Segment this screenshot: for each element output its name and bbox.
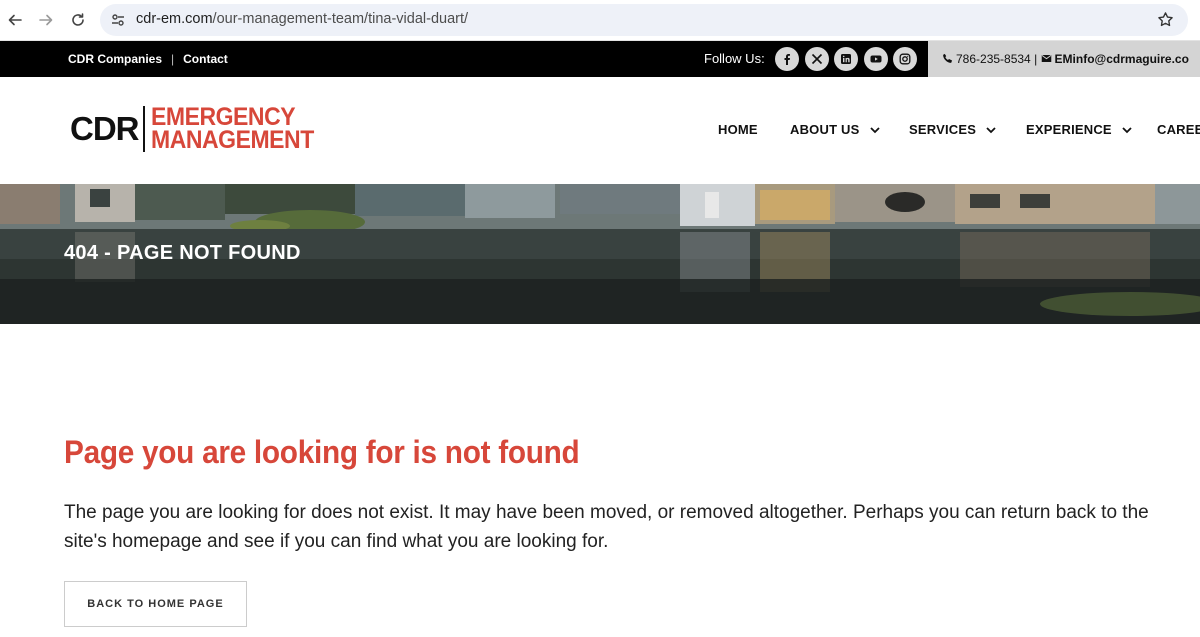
url-path: /our-management-team/tina-vidal-duart/	[212, 11, 469, 27]
follow-us-label: Follow Us:	[704, 51, 765, 66]
nav-label: CAREER	[1157, 122, 1200, 137]
error-heading: Page you are looking for is not found	[64, 434, 580, 470]
arrow-left-icon	[8, 14, 22, 26]
email-address[interactable]: EMinfo@cdrmaguire.co	[1055, 52, 1189, 66]
contact-info: 786-235-8534 | EMinfo@cdrmaguire.co	[942, 52, 1189, 66]
facebook-link[interactable]	[775, 47, 799, 71]
arrow-right-icon	[39, 14, 53, 26]
nav-label: SERVICES	[909, 122, 977, 137]
phone-number[interactable]: 786-235-8534	[956, 52, 1031, 66]
nav-item-about-us[interactable]: ABOUT US	[790, 122, 881, 137]
facebook-icon	[784, 54, 790, 65]
cdr-companies-link[interactable]: CDR Companies	[68, 52, 162, 66]
site-logo[interactable]: CDR EMERGENCY MANAGEMENT	[70, 105, 327, 153]
url-domain: cdr-em.com	[136, 11, 213, 27]
url-text[interactable]: cdr-em.com/our-management-team/tina-vida…	[136, 11, 468, 27]
chevron-down-icon	[986, 126, 996, 133]
phone-icon	[943, 53, 953, 63]
back-button[interactable]	[3, 8, 27, 32]
browser-toolbar: cdr-em.com/our-management-team/tina-vida…	[0, 0, 1200, 41]
site-header: CDR EMERGENCY MANAGEMENT HOME ABOUT US S…	[0, 77, 1200, 184]
hero-banner: 404 - PAGE NOT FOUND	[0, 184, 1200, 324]
linkedin-link[interactable]	[834, 47, 858, 71]
site-settings-icon[interactable]	[110, 12, 126, 28]
error-description: The page you are looking for does not ex…	[64, 502, 1149, 552]
nav-item-home[interactable]: HOME	[718, 122, 758, 137]
contact-info-box: 786-235-8534 | EMinfo@cdrmaguire.co	[928, 41, 1200, 77]
instagram-link[interactable]	[893, 47, 917, 71]
envelope-icon	[1041, 55, 1051, 62]
chevron-down-icon	[869, 126, 880, 133]
forward-button[interactable]	[34, 8, 58, 32]
instagram-icon	[899, 53, 911, 65]
utility-bar: CDR Companies | Contact Follow Us: 786-235…	[0, 41, 1200, 77]
logo-text: EMERGENCY MANAGEMENT	[150, 105, 328, 154]
x-link[interactable]	[805, 47, 829, 71]
x-icon	[811, 53, 823, 65]
nav-label: HOME	[718, 122, 758, 137]
address-bar[interactable]: cdr-em.com/our-management-team/tina-vida…	[100, 4, 1188, 36]
reload-button[interactable]	[66, 8, 90, 32]
utility-links: CDR Companies | Contact	[68, 52, 228, 66]
logo-brand: CDR	[70, 110, 139, 147]
youtube-link[interactable]	[864, 47, 888, 71]
linkedin-icon	[841, 54, 851, 64]
youtube-icon	[870, 55, 882, 63]
nav-label: EXPERIENCE	[1026, 122, 1112, 137]
back-to-home-button[interactable]: BACK TO HOME PAGE	[64, 581, 247, 627]
main-content: Page you are looking for is not found Th…	[0, 324, 1200, 637]
logo-divider	[142, 106, 145, 152]
contact-divider: |	[1034, 52, 1038, 66]
nav-item-services[interactable]: SERVICES	[909, 122, 997, 137]
nav-item-careers[interactable]: CAREER	[1157, 122, 1200, 137]
logo-line-2: MANAGEMENT	[150, 126, 314, 154]
star-icon[interactable]	[1157, 11, 1174, 28]
reload-icon	[72, 13, 84, 26]
nav-label: ABOUT US	[790, 122, 860, 137]
hero-title: 404 - PAGE NOT FOUND	[64, 242, 301, 264]
contact-link[interactable]: Contact	[183, 52, 228, 66]
nav-item-experience[interactable]: EXPERIENCE	[1026, 122, 1133, 137]
chevron-down-icon	[1122, 126, 1132, 133]
utility-separator: |	[171, 52, 175, 66]
